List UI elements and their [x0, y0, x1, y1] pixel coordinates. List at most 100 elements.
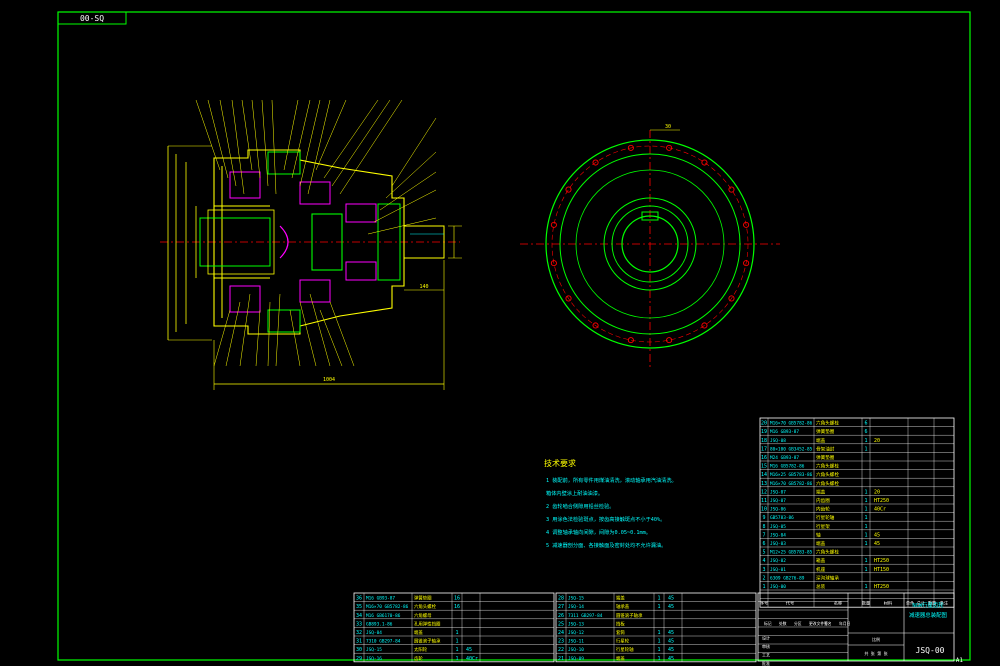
parts-cell-mat: 45 — [668, 656, 674, 662]
parts-cell-no: 14 — [761, 472, 767, 478]
bolt-hole — [666, 337, 673, 344]
parts-cell-code: JSQ-05 — [770, 524, 786, 530]
tech-req-line: 1 装配前，所有零件用煤油清洗，滚动轴承用汽油清洗。 — [546, 476, 677, 484]
parts-list-lower: 36 M16 GB93-87 弹簧垫圈 16 35 M16×70 GB5782-86 六角头… — [353, 592, 757, 663]
parts-cell-code: 80×100 GB3452-85 — [770, 446, 813, 452]
parts-cell-code: JSQ-03 — [770, 541, 786, 547]
drawing-title-1: NGW行星齿轮 — [912, 601, 944, 609]
title-header-cell: 标记 — [764, 621, 772, 626]
parts-cell-name: 弹簧垫圈 — [816, 428, 835, 435]
tech-req-title: 技术要求 — [544, 458, 576, 468]
callout-leader — [391, 117, 437, 187]
parts-cell-qty: 1 — [455, 656, 458, 662]
lower-gear-ring — [267, 309, 301, 333]
end-view: 30 — [520, 124, 780, 370]
parts-cell-name: 六角头螺栓 — [816, 549, 839, 556]
parts-cell-qty: 1 — [864, 541, 867, 547]
parts-cell-name: 总装 — [816, 583, 826, 590]
parts-cell-code: JSQ-01 — [770, 567, 786, 573]
parts-cell-code: M12×25 GB5783-85 — [770, 550, 813, 556]
parts-cell-name: 六角头螺栓 — [816, 471, 839, 478]
parts-cell-code: M16 GB93-87 — [366, 596, 395, 602]
parts-cell-code: JSQ-15 — [366, 647, 382, 653]
parts-cell-code: M16×70 GB5782-86 — [770, 421, 813, 427]
parts-cell-qty: 1 — [657, 647, 660, 653]
parts-cell-qty: 1 — [864, 515, 867, 521]
parts-cell-code: JSQ-00 — [770, 584, 786, 590]
callout-leader — [385, 151, 437, 199]
parts-cell-no: 12 — [761, 489, 767, 495]
parts-cell-no: 33 — [356, 621, 362, 627]
parts-cell-code: M16×25 GB5783-86 — [770, 472, 813, 478]
overall-length-value: 1004 — [323, 377, 335, 383]
parts-cell-no: 8 — [762, 524, 765, 530]
parts-cell-no: 29 — [356, 656, 362, 662]
parts-cell-no: 19 — [761, 429, 767, 435]
shaft-length-value: 140 — [419, 284, 428, 290]
parts-cell-qty: 1 — [864, 584, 867, 590]
parts-cell-code: JSQ-07 — [770, 498, 786, 504]
parts-cell-mat: 20 — [874, 489, 880, 495]
parts-cell-mat: 20 — [874, 438, 880, 444]
parts-cell-name: 箱盖 — [816, 557, 826, 564]
parts-cell-name: 套筒 — [616, 629, 625, 636]
parts-cell-code: JSQ-14 — [568, 604, 584, 610]
callout-leader — [283, 99, 299, 171]
drawing-sheet: 00-SQ A1 1004 140 30 技术要求 1 装配前，所有零件用煤油清… — [57, 11, 971, 666]
parts-cell-qty: 6 — [864, 429, 867, 435]
title-header-cell: 签名 — [824, 621, 832, 626]
parts-cell-no: 31 — [356, 639, 362, 645]
parts-cell-code: JSQ-06 — [770, 507, 786, 513]
parts-cell-qty: 1 — [455, 639, 458, 645]
upper-bearing-left — [229, 171, 261, 199]
parts-cell-qty: 1 — [864, 507, 867, 513]
parts-cell-name: 端盖 — [414, 629, 423, 636]
parts-cell-name: 太阳轮 — [414, 646, 428, 653]
parts-cell-code: GB893.1-86 — [366, 621, 393, 627]
section-view: 1004 140 — [160, 99, 462, 390]
bolt-hole — [728, 186, 735, 193]
parts-cell-mat: 45 — [874, 532, 880, 538]
parts-header-cell: 序号 — [760, 600, 768, 607]
parts-cell-qty: 1 — [864, 532, 867, 538]
callout-leader — [329, 301, 355, 367]
parts-header-cell: 数量 — [862, 600, 870, 607]
parts-cell-qty: 16 — [454, 596, 460, 602]
callout-leader — [323, 99, 379, 179]
parts-cell-name: 弹簧垫圈 — [816, 454, 835, 461]
callout-leader — [299, 301, 317, 367]
bolt-hole — [550, 221, 557, 228]
parts-cell-mat: 45 — [668, 639, 674, 645]
parts-cell-mat: HT150 — [874, 567, 889, 573]
parts-cell-code: JSQ-04 — [770, 532, 786, 538]
parts-cell-no: 26 — [558, 613, 564, 619]
left-dimension-lines — [167, 146, 197, 340]
parts-cell-code: JSQ-16 — [366, 656, 382, 662]
parts-cell-name: 行星架 — [816, 523, 830, 530]
callout-leader — [289, 309, 301, 367]
corner-label: A1 — [956, 657, 964, 664]
parts-cell-mat: 45 — [668, 604, 674, 610]
parts-cell-name: 孔用弹性挡圈 — [414, 620, 441, 627]
scale-label: 比例 — [872, 636, 880, 642]
parts-cell-name: 六角头螺栓 — [816, 480, 839, 487]
parts-cell-name: 挡板 — [616, 620, 625, 627]
title-row-label: 批准 — [762, 660, 770, 666]
callout-leader — [307, 99, 331, 195]
parts-cell-name: 六角头螺栓 — [816, 420, 839, 427]
parts-cell-code: JSQ-04 — [366, 630, 382, 636]
parts-cell-no: 25 — [558, 621, 564, 627]
parts-cell-qty: 1 — [864, 524, 867, 530]
parts-cell-no: 32 — [356, 630, 362, 636]
parts-cell-no: 13 — [761, 481, 767, 487]
parts-cell-name: 行星轮轴 — [816, 514, 835, 521]
title-row-label: 工艺 — [762, 653, 770, 658]
parts-cell-no: 24 — [558, 630, 564, 636]
parts-cell-code: M16×70 GB5782-86 — [770, 481, 813, 487]
callout-leader — [339, 99, 403, 195]
tech-req-line: 4 调整轴承轴向间隙，间隙为0.05~0.1mm。 — [546, 528, 651, 536]
drawing-number: JSQ-00 — [916, 646, 945, 655]
parts-cell-name: 端盖 — [616, 655, 625, 662]
parts-cell-name: 轴 — [816, 531, 821, 538]
left-dim-extensions — [168, 145, 212, 341]
